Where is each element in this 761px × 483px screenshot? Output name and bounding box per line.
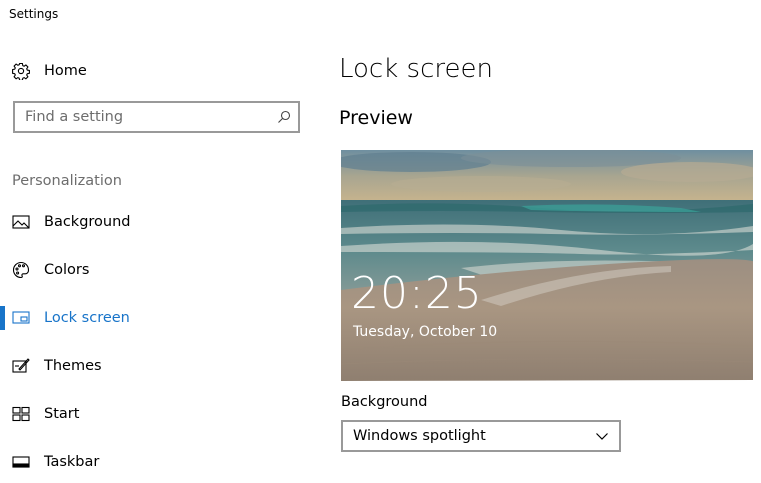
- background-dropdown[interactable]: Windows spotlight: [341, 420, 621, 452]
- sidebar-item-label: Background: [44, 214, 131, 230]
- lock-screen-icon: [12, 309, 30, 327]
- sidebar-item-lock-screen[interactable]: Lock screen: [0, 294, 318, 342]
- sidebar-item-label: Themes: [44, 358, 102, 374]
- background-dropdown-value: Windows spotlight: [353, 428, 486, 444]
- sidebar-item-label: Colors: [44, 262, 90, 278]
- sidebar-item-label: Taskbar: [44, 454, 100, 470]
- start-icon: [12, 405, 30, 423]
- preview-time: 20:25: [351, 268, 483, 319]
- sidebar-item-taskbar[interactable]: Taskbar: [0, 438, 318, 483]
- home-nav-item[interactable]: Home: [12, 58, 87, 84]
- search-input[interactable]: [15, 103, 270, 131]
- background-label: Background: [341, 394, 428, 410]
- page-title: Lock screen: [339, 54, 493, 84]
- preview-date: Tuesday, October 10: [353, 324, 498, 340]
- search-box[interactable]: [13, 101, 300, 133]
- sidebar-item-label: Lock screen: [44, 310, 130, 326]
- picture-icon: [12, 213, 30, 231]
- gear-icon: [12, 62, 30, 80]
- active-indicator: [0, 306, 5, 330]
- preview-heading: Preview: [339, 107, 413, 129]
- palette-icon: [12, 261, 30, 279]
- search-icon[interactable]: [270, 103, 298, 131]
- personalization-nav: Background Colors Lock screen Themes Sta…: [0, 198, 318, 483]
- section-header-personalization: Personalization: [12, 173, 122, 189]
- chevron-down-icon: [595, 429, 609, 443]
- sidebar-item-start[interactable]: Start: [0, 390, 318, 438]
- lock-screen-preview: 20:25 Tuesday, October 10: [341, 150, 753, 381]
- themes-icon: [12, 357, 30, 375]
- sidebar-item-background[interactable]: Background: [0, 198, 318, 246]
- sidebar-item-themes[interactable]: Themes: [0, 342, 318, 390]
- main-content: Lock screen Preview 20:25 Tuesday, Octob…: [339, 0, 761, 483]
- beach-preview-image: [341, 150, 753, 381]
- sidebar-item-label: Start: [44, 406, 80, 422]
- home-label: Home: [44, 63, 87, 79]
- taskbar-icon: [12, 453, 30, 471]
- sidebar: Home Personalization Background: [0, 0, 318, 483]
- sidebar-item-colors[interactable]: Colors: [0, 246, 318, 294]
